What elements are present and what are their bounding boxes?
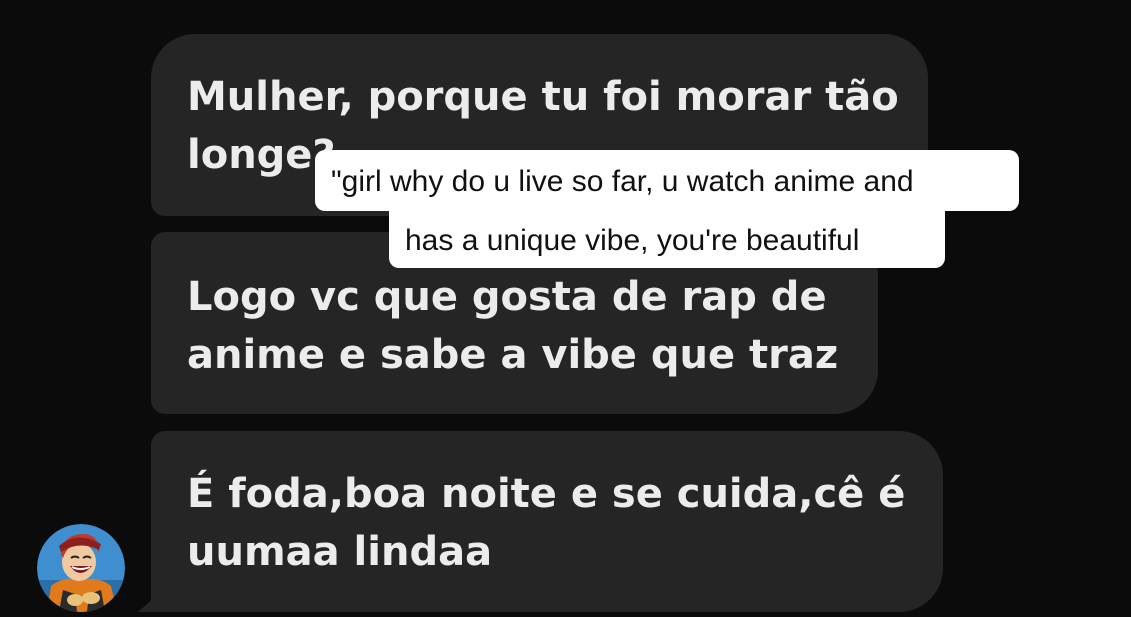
caption-overlay-line-2: has a unique vibe, you're beautiful — [389, 211, 945, 268]
message-bubble[interactable]: É foda,boa noite e se cuida,cê é uumaa l… — [151, 431, 943, 612]
caption-text: has a unique vibe, you're beautiful — [405, 224, 860, 257]
chat-thread: Mulher, porque tu foi morar tão longe? L… — [0, 0, 1131, 617]
avatar[interactable] — [37, 524, 125, 612]
message-text: anime e sabe a vibe que traz — [187, 332, 839, 378]
caption-text: "girl why do u live so far, u watch anim… — [331, 165, 914, 198]
message-text: Logo vc que gosta de rap de — [187, 274, 827, 320]
message-text: uumaa lindaa — [187, 529, 493, 575]
anime-character-avatar-icon — [37, 524, 125, 612]
message-text: É foda,boa noite e se cuida,cê é — [187, 471, 906, 517]
bubble-tail — [138, 596, 156, 612]
message-text: Mulher, porque tu foi morar tão — [187, 74, 899, 120]
caption-overlay-line-1: "girl why do u live so far, u watch anim… — [315, 150, 1019, 211]
